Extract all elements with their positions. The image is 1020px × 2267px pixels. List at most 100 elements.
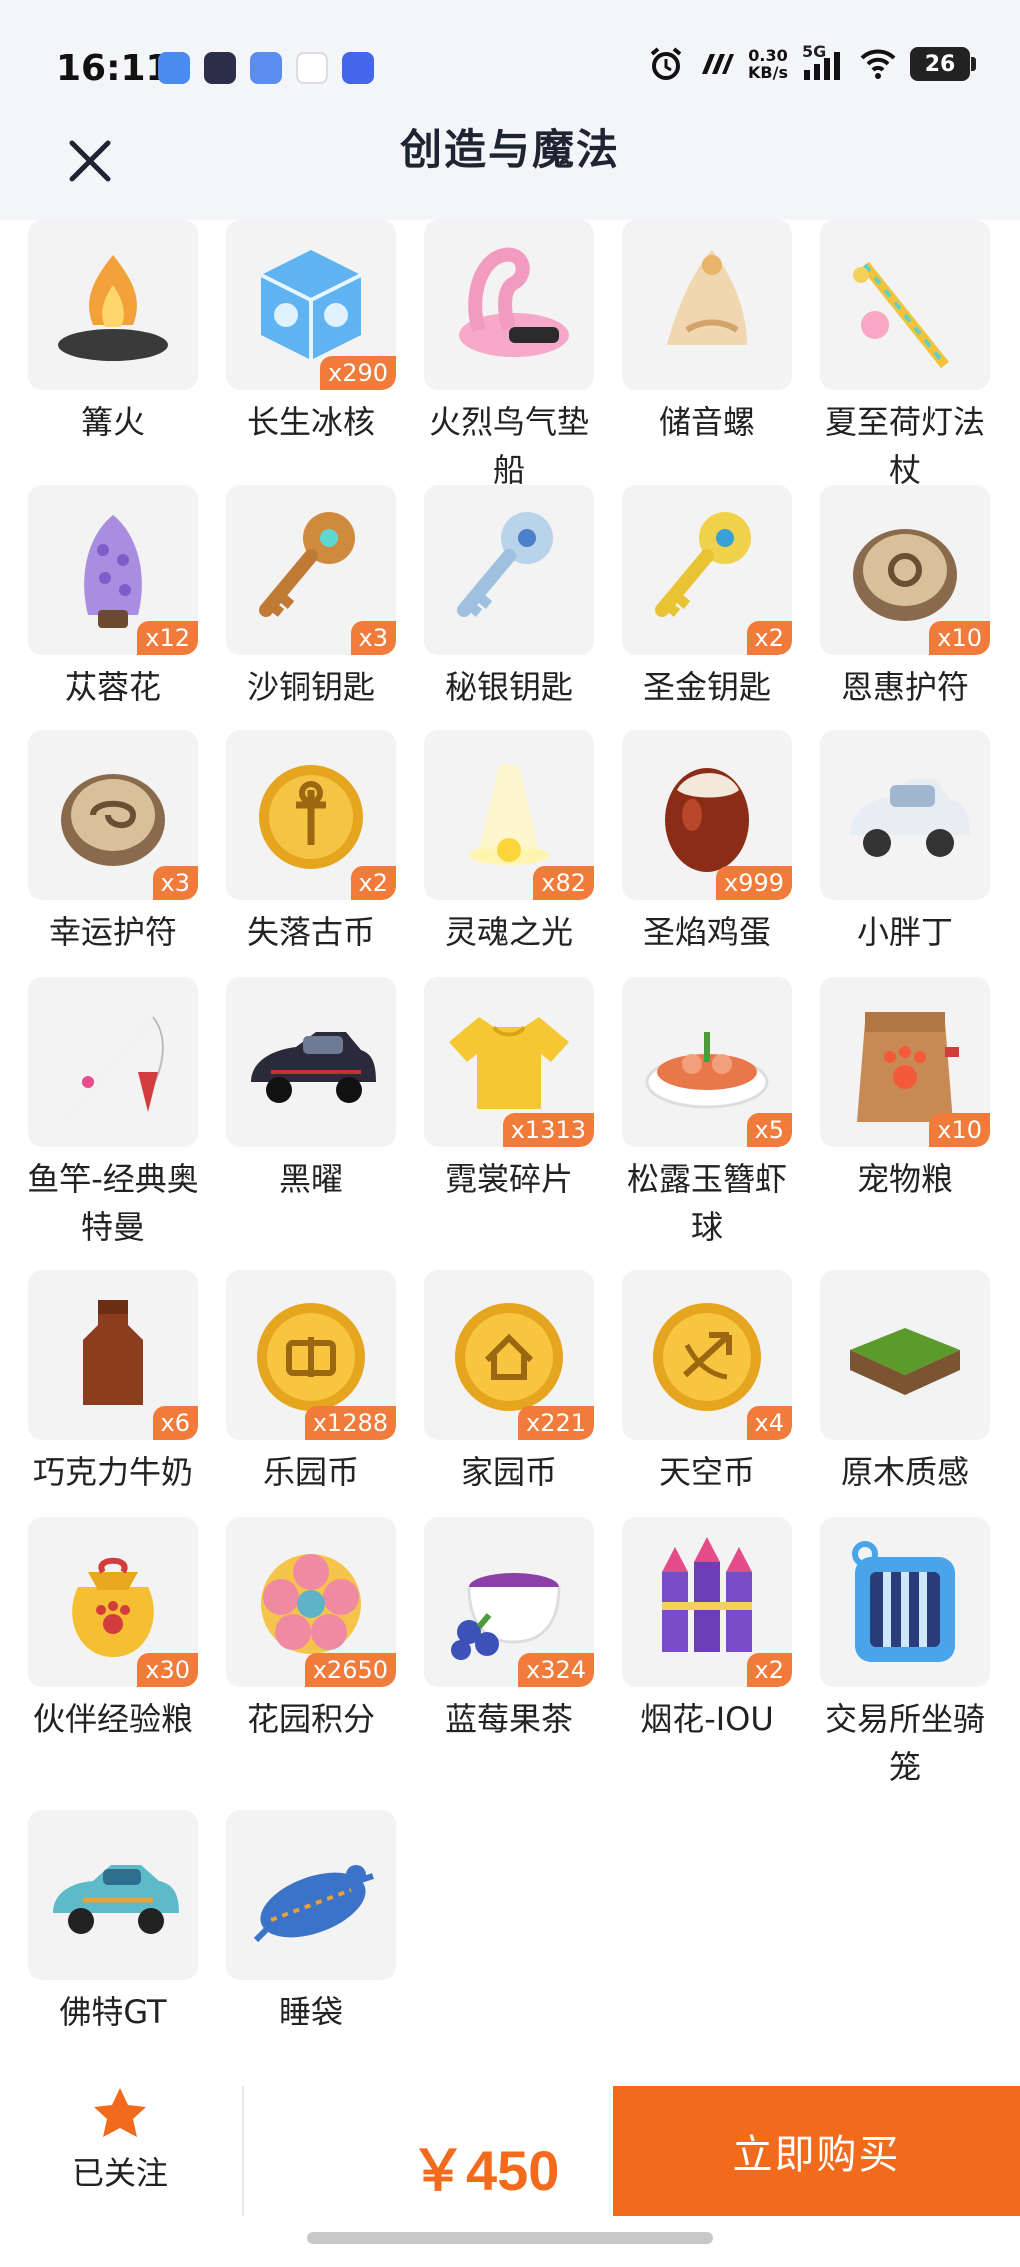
item-card[interactable]: 黑曜 xyxy=(208,977,398,1217)
star-icon xyxy=(94,2088,146,2137)
status-indicators: 0.30 KB/s 5G 26 xyxy=(648,42,976,82)
item-count-badge: x999 xyxy=(715,866,792,900)
item-name: 霓裳碎片 xyxy=(444,1160,573,1198)
wood-block-icon xyxy=(850,1328,960,1395)
item-name: 圣焰鸡蛋 xyxy=(642,913,771,951)
item-card[interactable]: x3 幸运护符 xyxy=(10,730,200,970)
item-card[interactable]: 佛特GT xyxy=(10,1810,200,2050)
home-indicator[interactable] xyxy=(307,2232,713,2244)
item-tile: x6 xyxy=(28,1270,198,1440)
item-card[interactable]: 睡袋 xyxy=(208,1810,398,2050)
item-count-badge: x221 xyxy=(517,1406,594,1440)
item-count-badge: x2 xyxy=(746,1653,792,1687)
item-tile: x1288 xyxy=(226,1270,396,1440)
item-card[interactable]: 鱼竿-经典奥特曼 xyxy=(10,977,200,1246)
item-name: 恩惠护符 xyxy=(840,668,969,706)
app-icon-tv xyxy=(204,52,236,84)
item-card[interactable]: x324 蓝莓果茶 xyxy=(406,1517,596,1757)
item-tile xyxy=(820,220,990,390)
ice-cube-icon xyxy=(260,250,362,360)
item-card[interactable]: x12 苁蓉花 xyxy=(10,485,200,725)
item-card[interactable]: 小胖丁 xyxy=(802,730,992,970)
item-name: 伙伴经验粮 xyxy=(32,1700,193,1738)
item-card[interactable]: 交易所坐骑笼 xyxy=(802,1517,992,1786)
item-count-badge: x5 xyxy=(746,1113,792,1147)
item-tile: x2650 xyxy=(226,1517,396,1687)
item-card[interactable]: 储音螺 xyxy=(604,220,794,460)
item-tile xyxy=(28,1810,198,1980)
item-card[interactable]: 原木质感 xyxy=(802,1270,992,1510)
item-name: 灵魂之光 xyxy=(444,913,573,951)
close-button[interactable] xyxy=(55,126,125,196)
price: ￥450 xyxy=(410,2139,560,2202)
signal-nfc-icon xyxy=(702,54,735,74)
item-tile xyxy=(226,1810,396,1980)
item-card[interactable]: x2 圣金钥匙 xyxy=(604,485,794,725)
item-tile: x1313 xyxy=(424,977,594,1147)
item-card[interactable]: x82 灵魂之光 xyxy=(406,730,596,970)
item-card[interactable]: x221 家园币 xyxy=(406,1270,596,1510)
car-blue-icon xyxy=(53,1865,179,1934)
item-name: 巧克力牛奶 xyxy=(32,1453,193,1491)
item-card[interactable]: x999 圣焰鸡蛋 xyxy=(604,730,794,970)
item-name: 火烈鸟气垫船 xyxy=(428,403,589,489)
item-name: 交易所坐骑笼 xyxy=(824,1700,985,1786)
item-tile: x10 xyxy=(820,977,990,1147)
luck-amulet-icon xyxy=(61,774,165,866)
item-card[interactable]: x10 恩惠护符 xyxy=(802,485,992,725)
item-name: 鱼竿-经典奥特曼 xyxy=(27,1160,199,1246)
item-tile: x3 xyxy=(226,485,396,655)
item-name: 黑曜 xyxy=(278,1160,343,1198)
item-card[interactable]: x4 天空币 xyxy=(604,1270,794,1510)
cell-signal: 5G xyxy=(802,42,846,82)
item-count-badge: x82 xyxy=(533,866,594,900)
buy-now-button[interactable]: 立即购买 xyxy=(613,2086,1020,2216)
item-tile: x12 xyxy=(28,485,198,655)
network-speed: 0.30 KB/s xyxy=(748,47,788,81)
item-name: 家园币 xyxy=(460,1453,557,1491)
item-name: 烟花-IOU xyxy=(640,1700,774,1738)
item-card[interactable]: x2 失落古币 xyxy=(208,730,398,970)
car-white-icon xyxy=(850,779,970,857)
item-tile: x10 xyxy=(820,485,990,655)
app-icon-blue-leaf xyxy=(158,52,190,84)
silver-key-icon xyxy=(457,512,553,617)
page-title: 创造与魔法 xyxy=(399,125,620,174)
item-name: 小胖丁 xyxy=(856,913,953,951)
bottom-divider xyxy=(242,2086,244,2216)
follow-button[interactable]: 已关注 xyxy=(0,2086,240,2236)
garden-flower-icon xyxy=(261,1554,361,1654)
item-name: 佛特GT xyxy=(59,1993,167,2031)
item-name: 长生冰核 xyxy=(246,403,375,441)
item-count-badge: x2 xyxy=(746,621,792,655)
item-card[interactable]: x30 伙伴经验粮 xyxy=(10,1517,200,1757)
alarm-icon xyxy=(650,47,682,80)
item-card[interactable]: 秘银钥匙 xyxy=(406,485,596,725)
item-tile xyxy=(820,1517,990,1687)
item-name: 储音螺 xyxy=(658,403,755,441)
item-card[interactable]: 夏至荷灯法杖 xyxy=(802,220,992,489)
item-count-badge: x1288 xyxy=(304,1406,396,1440)
item-card[interactable]: x2 烟花-IOU xyxy=(604,1517,794,1757)
item-name: 天空币 xyxy=(658,1453,755,1491)
item-count-badge: x2650 xyxy=(304,1653,396,1687)
battery-indicator: 26 xyxy=(910,47,976,81)
item-card[interactable]: x2650 花园积分 xyxy=(208,1517,398,1757)
bronze-key-icon xyxy=(259,512,355,617)
milk-bottle-icon xyxy=(83,1300,143,1405)
item-card[interactable]: x290 长生冰核 xyxy=(208,220,398,460)
item-tile: x290 xyxy=(226,220,396,390)
item-card[interactable]: 篝火 xyxy=(10,220,200,460)
item-count-badge: x10 xyxy=(929,1113,990,1147)
item-card[interactable]: x1313 霓裳碎片 xyxy=(406,977,596,1217)
item-card[interactable]: x1288 乐园币 xyxy=(208,1270,398,1510)
item-card[interactable]: x3 沙铜钥匙 xyxy=(208,485,398,725)
network-speed-value: 0.30 xyxy=(748,46,788,65)
item-tile: x2 xyxy=(226,730,396,900)
item-card[interactable]: x5 松露玉簪虾球 xyxy=(604,977,794,1246)
cage-icon xyxy=(852,1541,955,1662)
item-card[interactable]: 火烈鸟气垫船 xyxy=(406,220,596,489)
item-card[interactable]: x10 宠物粮 xyxy=(802,977,992,1217)
item-card[interactable]: x6 巧克力牛奶 xyxy=(10,1270,200,1510)
berry-tea-icon xyxy=(451,1573,561,1660)
